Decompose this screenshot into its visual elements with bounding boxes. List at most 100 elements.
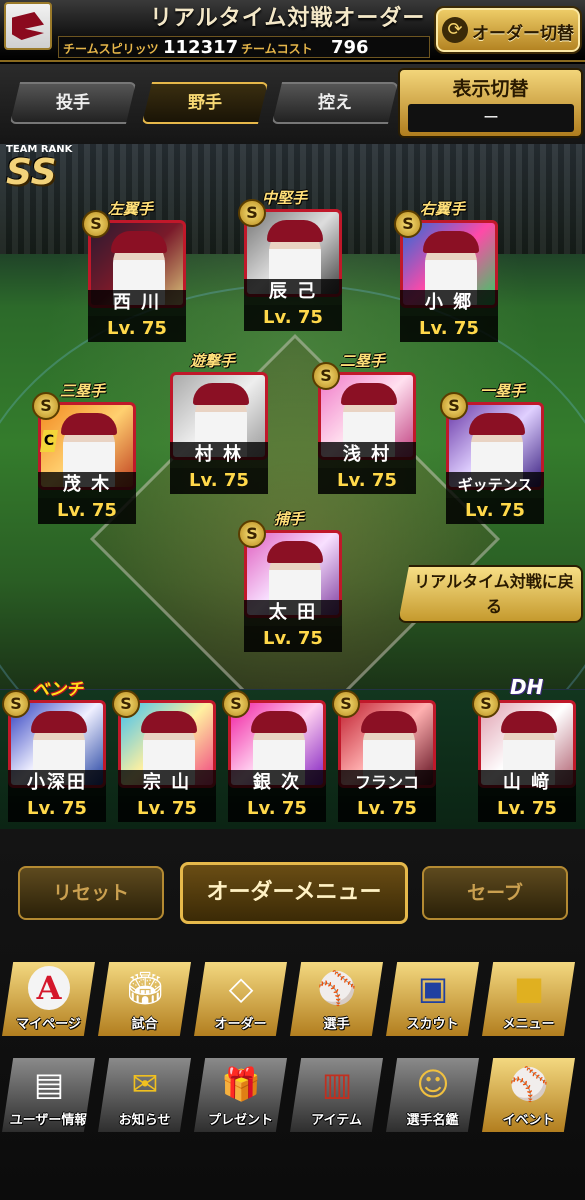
rank-s-badge-icon: S bbox=[238, 199, 266, 227]
user-info-icon: ▤ bbox=[33, 1065, 65, 1103]
player-name: 銀 次 bbox=[228, 770, 326, 796]
nav-label: 試合 bbox=[131, 1017, 158, 1032]
player-level: Lv. 75 bbox=[38, 498, 136, 524]
page-title: リアルタイム対戦オーダー bbox=[150, 6, 426, 31]
spirit-value: 112317 bbox=[163, 37, 239, 58]
nav-player-directory[interactable]: ☺ 選手名鑑 bbox=[386, 1058, 479, 1132]
player-card-lf[interactable]: S 西 川 Lv. 75 bbox=[82, 210, 186, 352]
order-switch-button[interactable]: ⟳ オーダー切替 bbox=[434, 6, 582, 54]
player-level: Lv. 75 bbox=[88, 316, 186, 342]
back-to-realtime-button[interactable]: リアルタイム対戦に戻る bbox=[398, 565, 583, 623]
nav-item[interactable]: ▥ アイテム bbox=[290, 1058, 383, 1132]
gift-icon: 🎁 bbox=[221, 1065, 261, 1103]
dh-label: DH bbox=[510, 675, 544, 699]
player-card-cf[interactable]: S 辰 己 Lv. 75 bbox=[238, 199, 342, 341]
cost-label: チームコスト bbox=[241, 42, 313, 56]
player-level: Lv. 75 bbox=[8, 796, 106, 822]
player-level: Lv. 75 bbox=[338, 796, 436, 822]
stadium-icon: 🏟 bbox=[124, 969, 166, 1007]
player-card-rf[interactable]: S 小 郷 Lv. 75 bbox=[394, 210, 498, 352]
bench-label: ベンチ bbox=[32, 680, 83, 700]
player-card-2b[interactable]: S 浅 村 Lv. 75 bbox=[312, 362, 416, 504]
tab-pitcher[interactable]: 投手 bbox=[10, 82, 136, 124]
nav-label: 選手名鑑 bbox=[406, 1113, 459, 1128]
player-card-ss[interactable]: 村 林 Lv. 75 bbox=[170, 372, 268, 504]
position-label-ss: 遊撃手 bbox=[190, 352, 236, 370]
rank-s-badge-icon: S bbox=[394, 210, 422, 238]
nav-label: マイページ bbox=[16, 1017, 81, 1032]
position-label-1b: 一塁手 bbox=[480, 382, 526, 400]
player-name: 村 林 bbox=[170, 442, 268, 468]
player-name: 宗 山 bbox=[118, 770, 216, 796]
position-label-cf: 中堅手 bbox=[262, 189, 308, 207]
header-bar: リアルタイム対戦オーダー チームスピリッツ 112317 チームコスト 796 … bbox=[0, 0, 585, 62]
nav-label: オーダー bbox=[214, 1017, 267, 1032]
player-card-bench-1[interactable]: S 小深田 Lv. 75 bbox=[2, 690, 106, 832]
player-directory-icon: ☺ bbox=[416, 1065, 450, 1103]
team-rank-value: SS bbox=[6, 152, 57, 193]
position-label-rf: 右翼手 bbox=[420, 200, 466, 218]
player-level: Lv. 75 bbox=[244, 626, 342, 652]
team-stats-bar: チームスピリッツ 112317 チームコスト 796 bbox=[58, 36, 430, 58]
player-card-3b[interactable]: S C 茂 木 Lv. 75 bbox=[32, 392, 136, 534]
player-name: 西 川 bbox=[88, 290, 186, 316]
player-name: 小 郷 bbox=[400, 290, 498, 316]
refresh-icon: ⟳ bbox=[442, 17, 468, 43]
display-switch-button[interactable]: 表示切替 ー bbox=[398, 68, 583, 138]
tab-reserve[interactable]: 控え bbox=[272, 82, 398, 124]
nav-player[interactable]: ⚾ 選手 bbox=[290, 962, 383, 1036]
nav-label: アイテム bbox=[311, 1113, 362, 1128]
position-label-2b: 二塁手 bbox=[340, 352, 386, 370]
nav-order[interactable]: ◇ オーダー bbox=[194, 962, 287, 1036]
player-card-c[interactable]: S 太 田 Lv. 75 bbox=[238, 520, 342, 662]
back-to-realtime-label: リアルタイム対戦に戻る bbox=[414, 572, 574, 616]
nav-event[interactable]: ⚾ イベント bbox=[482, 1058, 575, 1132]
player-icon: ⚾ bbox=[317, 969, 357, 1007]
player-card-bench-2[interactable]: S 宗 山 Lv. 75 bbox=[112, 690, 216, 832]
player-level: Lv. 75 bbox=[400, 316, 498, 342]
player-name: 小深田 bbox=[8, 770, 106, 796]
nav-label: スカウト bbox=[406, 1017, 459, 1032]
player-card-bench-3[interactable]: S 銀 次 Lv. 75 bbox=[222, 690, 326, 832]
player-name: ギッテンス bbox=[446, 472, 544, 498]
rank-s-badge-icon: S bbox=[82, 210, 110, 238]
spirit-label: チームスピリッツ bbox=[63, 42, 159, 56]
save-button[interactable]: セーブ bbox=[422, 866, 568, 920]
cost-value: 796 bbox=[331, 37, 369, 58]
rank-s-badge-icon: S bbox=[472, 690, 500, 718]
player-card-1b[interactable]: S ギッテンス Lv. 75 bbox=[440, 392, 544, 534]
player-card-bench-4[interactable]: S フランコ Lv. 75 bbox=[332, 690, 436, 832]
position-label-3b: 三塁手 bbox=[60, 382, 106, 400]
nav-notice[interactable]: ✉ お知らせ bbox=[98, 1058, 191, 1132]
event-icon: ⚾ bbox=[509, 1065, 549, 1103]
player-level: Lv. 75 bbox=[170, 468, 268, 494]
player-name: 浅 村 bbox=[318, 442, 416, 468]
notice-icon: ✉ bbox=[131, 1065, 159, 1103]
nav-mypage[interactable]: A マイページ bbox=[2, 962, 95, 1036]
player-name: フランコ bbox=[338, 770, 436, 796]
nav-user-info[interactable]: ▤ ユーザー情報 bbox=[2, 1058, 95, 1132]
field-order-icon: ◇ bbox=[228, 969, 254, 1007]
player-card-dh[interactable]: S 山 﨑 Lv. 75 bbox=[472, 690, 576, 832]
nav-scout[interactable]: ▣ スカウト bbox=[386, 962, 479, 1036]
player-name: 茂 木 bbox=[38, 472, 136, 498]
tab-fielder[interactable]: 野手 bbox=[142, 82, 268, 124]
player-level: Lv. 75 bbox=[118, 796, 216, 822]
display-switch-label: 表示切替 bbox=[452, 78, 529, 100]
position-label-lf: 左翼手 bbox=[108, 200, 154, 218]
player-name: 山 﨑 bbox=[478, 770, 576, 796]
nav-menu[interactable]: ■ メニュー bbox=[482, 962, 575, 1036]
player-level: Lv. 75 bbox=[446, 498, 544, 524]
rank-s-badge-icon: S bbox=[112, 690, 140, 718]
reset-button[interactable]: リセット bbox=[18, 866, 164, 920]
nav-present[interactable]: 🎁 プレゼント bbox=[194, 1058, 287, 1132]
scout-icon: ▣ bbox=[417, 969, 449, 1007]
order-switch-label: オーダー切替 bbox=[472, 24, 574, 44]
nav-match[interactable]: 🏟 試合 bbox=[98, 962, 191, 1036]
player-name: 太 田 bbox=[244, 600, 342, 626]
eagles-logo-icon bbox=[12, 12, 44, 40]
order-menu-button[interactable]: オーダーメニュー bbox=[180, 862, 408, 924]
player-level: Lv. 75 bbox=[228, 796, 326, 822]
team-logo[interactable] bbox=[4, 2, 52, 50]
rank-s-badge-icon: S bbox=[332, 690, 360, 718]
